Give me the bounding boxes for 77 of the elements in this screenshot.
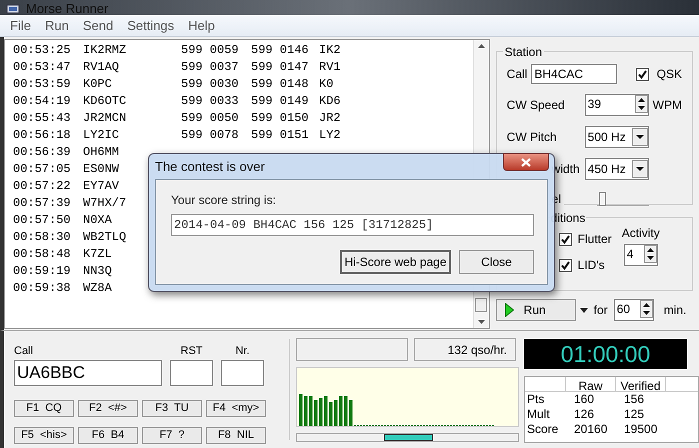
- table-cell-text: 125: [623, 407, 646, 422]
- log-cell-text: OH6MM: [83, 144, 120, 161]
- log-cell-text: N0XA: [83, 212, 113, 229]
- log-cell: RV1: [319, 59, 341, 76]
- row-label: Score: [527, 422, 560, 437]
- log-cell-text: 00:57:05: [13, 161, 72, 178]
- log-cell: IK2: [319, 42, 341, 59]
- log-cell-text: 599 0146: [251, 42, 310, 59]
- log-cell-text: 00:59:38: [13, 280, 72, 297]
- log-cell-text: 599 0037: [181, 59, 240, 76]
- log-cell-text: JR2MCN: [83, 110, 128, 127]
- log-cell-text: RV1AQ: [83, 59, 120, 76]
- checkbox-label: QSK: [656, 66, 682, 83]
- clock-display: 01:00:00: [524, 339, 687, 369]
- log-cell-text: 599 0059: [181, 42, 240, 59]
- log-cell-text: 00:58:30: [13, 229, 72, 246]
- log-cell-text: NN3Q: [83, 263, 113, 280]
- log-cell-text: 00:56:18: [13, 127, 72, 144]
- log-cell-text: 00:58:48: [13, 246, 72, 263]
- table-cell-text: 160: [573, 392, 596, 407]
- field-label: Activity: [622, 225, 660, 242]
- field-label: Call: [14, 344, 34, 359]
- log-cell-text: EY7AV: [83, 178, 120, 195]
- log-cell-text: 00:53:59: [13, 76, 72, 93]
- row-label: Mult: [527, 407, 551, 422]
- log-cell-text: 00:56:39: [13, 144, 72, 161]
- window-title: Morse Runner: [26, 2, 108, 15]
- log-cell-text: 00:54:19: [13, 93, 72, 110]
- log-cell-text: KD6OTC: [83, 93, 128, 110]
- unit-label: min.: [664, 302, 686, 319]
- column-header: Verified: [616, 377, 666, 391]
- log-cell-text: W7HX/7: [83, 195, 128, 212]
- field-label: for: [594, 302, 608, 319]
- log-cell-text: 00:57:22: [13, 178, 72, 195]
- log-cell-text: 00:55:43: [13, 110, 72, 127]
- log-cell: JR2: [319, 110, 341, 127]
- log-cell-text: ES0NW: [83, 161, 120, 178]
- log-cell-text: 00:53:47: [13, 59, 72, 76]
- log-cell-text: 599 0147: [251, 59, 310, 76]
- log-cell-text: 599 0050: [181, 110, 240, 127]
- field-label: Call: [506, 66, 528, 83]
- column-header: Raw: [566, 377, 616, 391]
- log-cell-text: K7ZL: [83, 246, 113, 263]
- log-cell: KD6: [319, 93, 341, 110]
- row-label: Pts: [527, 392, 546, 407]
- log-cell-text: 599 0078: [181, 127, 240, 144]
- log-cell-text: WZ8A: [83, 280, 113, 297]
- log-cell: K0: [319, 76, 334, 93]
- checkbox-label: Flutter: [578, 231, 612, 248]
- table-cell-text: 19500: [623, 422, 658, 437]
- log-cell-text: IK2RMZ: [83, 42, 128, 59]
- log-cell-text: 00:59:19: [13, 263, 72, 280]
- unit-label: WPM: [652, 97, 682, 114]
- rate-display: 132 qso/hr.: [414, 338, 516, 361]
- dialog-title: The contest is over: [155, 158, 265, 176]
- log-cell-text: 599 0030: [181, 76, 240, 93]
- log-cell-text: 599 0033: [181, 93, 240, 110]
- field-label: RST: [180, 344, 202, 359]
- table-cell-text: 126: [573, 407, 596, 422]
- log-cell-text: 00:53:25: [13, 42, 72, 59]
- log-cell: LY2: [319, 127, 341, 144]
- log-cell-text: 599 0148: [251, 76, 310, 93]
- field-label: CW Pitch: [506, 129, 558, 146]
- field-label: CW Speed: [506, 97, 566, 114]
- log-cell-text: 599 0151: [251, 127, 310, 144]
- table-cell-text: 156: [623, 392, 646, 407]
- log-cell-text: WB2TLQ: [83, 229, 128, 246]
- checkbox-label: LID's: [578, 257, 605, 274]
- log-cell-text: 00:57:50: [13, 212, 72, 229]
- log-cell-text: LY2IC: [83, 127, 120, 144]
- table-cell-text: 20160: [573, 422, 608, 437]
- log-cell-text: 00:57:39: [13, 195, 72, 212]
- prompt-text: Your score string is:: [171, 192, 277, 209]
- field-label: Nr.: [235, 344, 250, 359]
- log-cell-text: 599 0150: [251, 110, 310, 127]
- log-cell-text: 599 0149: [251, 93, 310, 110]
- log-cell-text: K0PC: [83, 76, 113, 93]
